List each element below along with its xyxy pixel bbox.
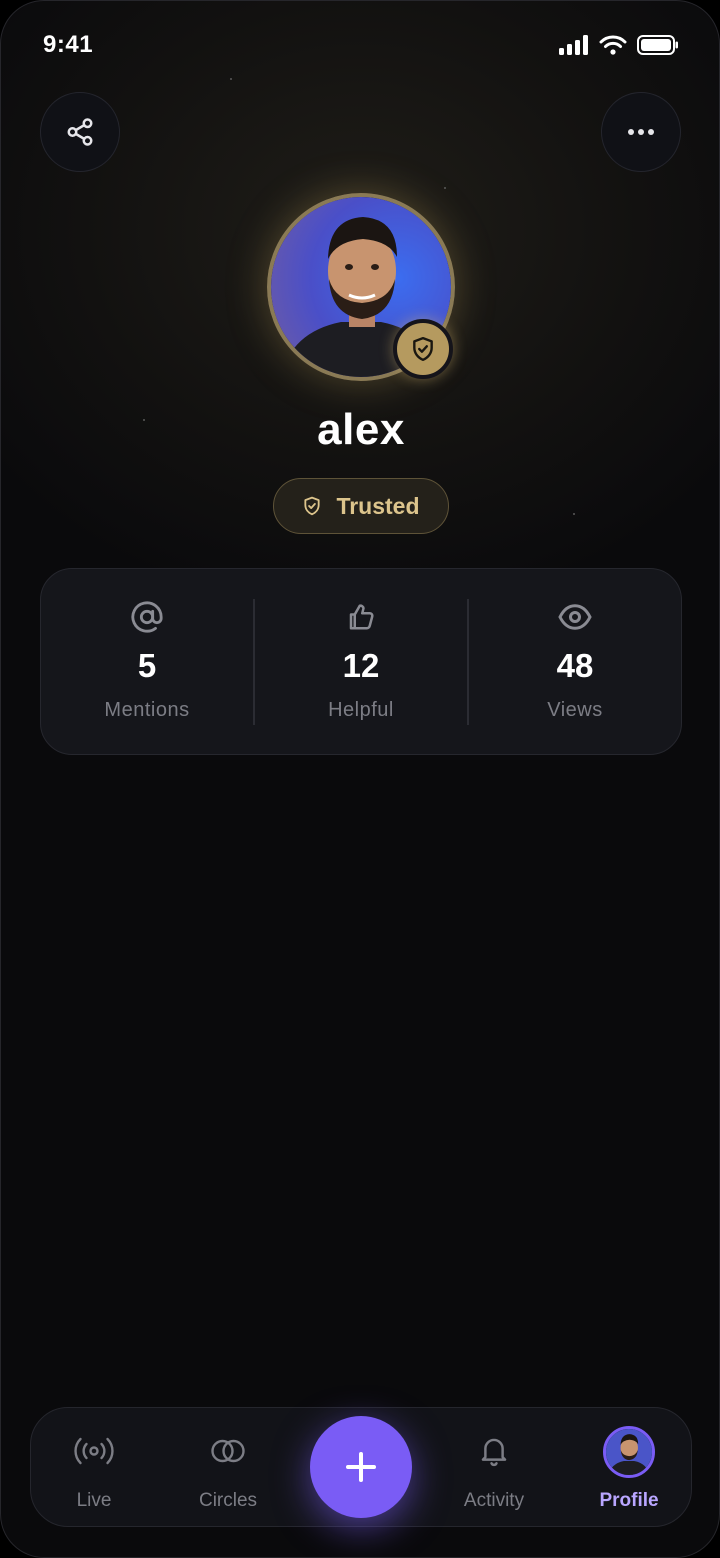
thumbs-up-icon [349, 604, 374, 630]
tab-label: Profile [599, 1490, 659, 1511]
status-time: 9:41 [43, 31, 94, 58]
background-speck [444, 187, 446, 189]
tab-live[interactable]: Live [49, 1408, 139, 1528]
stat-mentions[interactable]: 5 Mentions [41, 569, 253, 754]
stat-value: 12 [342, 647, 380, 684]
shield-check-icon [304, 496, 321, 516]
broadcast-icon [74, 1437, 114, 1465]
tab-activity[interactable]: Activity [449, 1408, 539, 1528]
more-options-button[interactable] [601, 92, 681, 172]
tab-label: Circles [198, 1490, 258, 1511]
create-button[interactable] [310, 1416, 412, 1518]
avatar [603, 1426, 655, 1478]
trusted-badge-icon [393, 319, 453, 379]
avatar-photo [606, 1429, 652, 1475]
trusted-badge-label: Trusted [336, 492, 420, 519]
stat-helpful[interactable]: 12 Helpful [255, 569, 467, 754]
profile-avatar[interactable] [267, 193, 455, 381]
bell-icon [481, 1438, 507, 1467]
signal-icon [559, 35, 588, 55]
tab-label: Live [76, 1490, 112, 1511]
tab-circles[interactable]: Circles [183, 1408, 273, 1528]
stat-label: Helpful [328, 699, 394, 721]
stat-value: 48 [556, 647, 594, 684]
share-icon [67, 118, 93, 146]
status-icons [559, 35, 679, 55]
stat-value: 5 [137, 647, 157, 684]
stat-label: Views [547, 699, 603, 721]
stat-label: Mentions [104, 699, 190, 721]
wifi-icon [599, 35, 627, 55]
stats-card: 5 Mentions 12 Helpful 48 Views [40, 568, 682, 755]
status-bar: 9:41 [1, 1, 719, 91]
plus-icon [346, 1452, 376, 1482]
battery-icon [637, 35, 678, 55]
username: alex [317, 405, 405, 454]
profile-screen: 9:41 alex Trusted 5 Mentions 12 Helpful … [0, 0, 720, 1558]
shield-check-icon [413, 336, 433, 362]
more-horizontal-icon [628, 129, 654, 135]
tab-profile[interactable]: Profile [584, 1408, 674, 1528]
share-button[interactable] [40, 92, 120, 172]
stat-views[interactable]: 48 Views [469, 569, 681, 754]
tab-label: Activity [463, 1490, 525, 1511]
background-speck [573, 513, 575, 515]
at-sign-icon [131, 601, 163, 633]
circles-icon [211, 1439, 245, 1463]
trusted-badge: Trusted [273, 478, 449, 534]
eye-icon [558, 604, 592, 630]
